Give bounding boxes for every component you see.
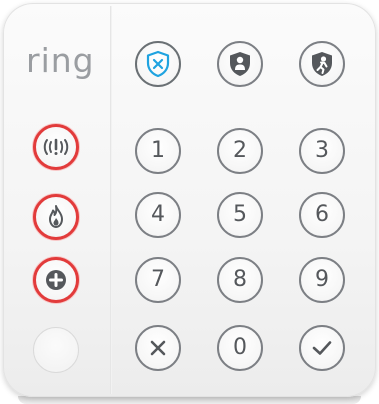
- key-6[interactable]: 6: [299, 192, 345, 238]
- confirm-button[interactable]: [299, 325, 345, 371]
- key-3[interactable]: 3: [299, 128, 345, 174]
- key-label: 0: [233, 335, 247, 360]
- panel-divider: [110, 6, 112, 394]
- cancel-button[interactable]: [135, 325, 181, 371]
- device-base: [18, 396, 361, 404]
- away-mode-button[interactable]: [299, 41, 345, 87]
- key-7[interactable]: 7: [135, 257, 181, 303]
- fire-icon: [49, 205, 63, 228]
- shield-person-away-icon: [312, 52, 332, 76]
- medical-alert-button[interactable]: [33, 257, 79, 303]
- medical-cross-icon: [46, 270, 66, 290]
- shield-person-home-icon: [230, 52, 250, 76]
- key-label: 4: [151, 202, 165, 227]
- key-label: 8: [233, 267, 247, 292]
- key-label: 6: [315, 202, 329, 227]
- police-alert-button[interactable]: [33, 124, 79, 170]
- key-label: 3: [315, 138, 329, 163]
- key-label: 5: [233, 202, 247, 227]
- ring-logo: ring: [26, 41, 95, 80]
- x-icon: [150, 340, 166, 356]
- disarm-button[interactable]: [135, 41, 181, 87]
- fire-alert-button[interactable]: [33, 194, 79, 240]
- key-label: 9: [315, 267, 329, 292]
- home-mode-button[interactable]: [217, 41, 263, 87]
- key-label: 7: [151, 267, 165, 292]
- key-2[interactable]: 2: [217, 128, 263, 174]
- key-label: 1: [151, 138, 165, 163]
- key-4[interactable]: 4: [135, 192, 181, 238]
- checkmark-icon: [312, 341, 332, 355]
- shield-x-icon: [146, 50, 170, 78]
- key-9[interactable]: 9: [299, 257, 345, 303]
- key-label: 2: [233, 138, 247, 163]
- blank-button[interactable]: [33, 327, 79, 373]
- key-8[interactable]: 8: [217, 257, 263, 303]
- key-1[interactable]: 1: [135, 128, 181, 174]
- key-0[interactable]: 0: [217, 325, 263, 371]
- police-alert-icon: [43, 138, 69, 155]
- key-5[interactable]: 5: [217, 192, 263, 238]
